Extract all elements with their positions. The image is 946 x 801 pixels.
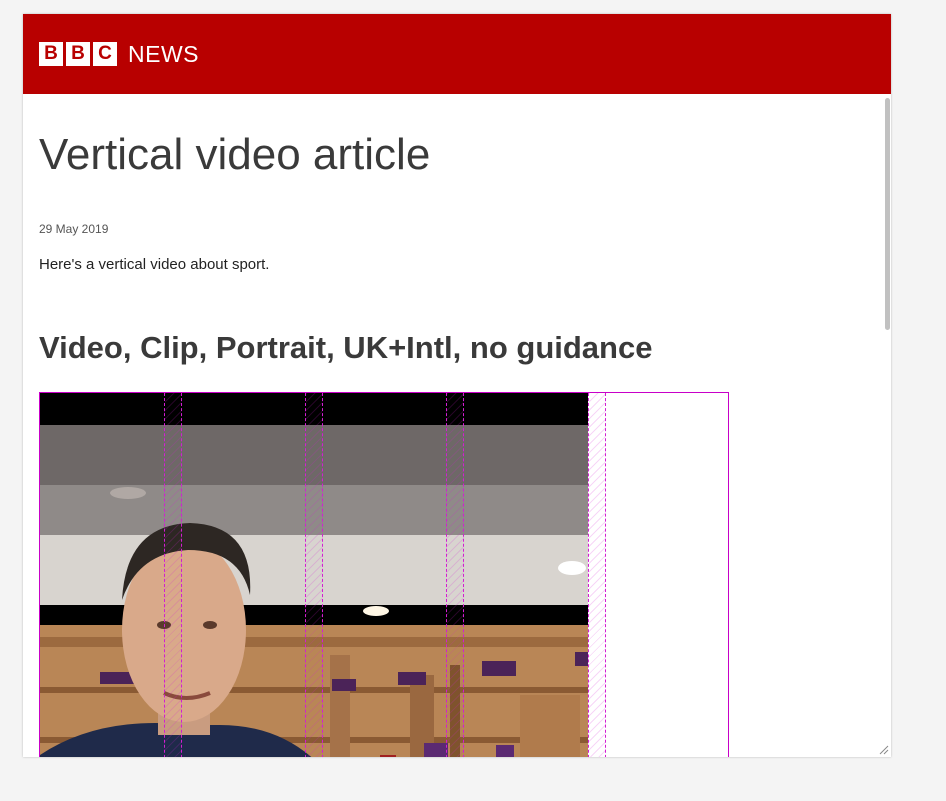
logo-letter-b1: B xyxy=(39,42,63,66)
safe-area-guide-4 xyxy=(588,393,606,757)
logo-letter-b2: B xyxy=(66,42,90,66)
video-container xyxy=(39,392,729,757)
scrollbar-thumb[interactable] xyxy=(885,98,890,330)
article-date: 29 May 2019 xyxy=(39,222,109,236)
logo-section-news: NEWS xyxy=(128,41,199,67)
article-intro: Here's a vertical video about sport. xyxy=(39,256,270,273)
safe-area-guide-1 xyxy=(164,393,182,757)
media-heading: Video, Clip, Portrait, UK+Intl, no guida… xyxy=(39,330,653,365)
page-title: Vertical video article xyxy=(39,130,431,179)
masthead: B B C NEWS xyxy=(23,14,891,94)
logo-letter-c: C xyxy=(93,42,117,66)
vertical-scrollbar[interactable] xyxy=(883,94,891,757)
bbc-news-logo[interactable]: B B C NEWS xyxy=(39,42,199,66)
safe-area-guide-2 xyxy=(305,393,323,757)
resize-grip-icon[interactable] xyxy=(879,745,889,755)
safe-area-guide-3 xyxy=(446,393,464,757)
article-frame: B B C NEWS Vertical video article 29 May… xyxy=(23,14,891,757)
